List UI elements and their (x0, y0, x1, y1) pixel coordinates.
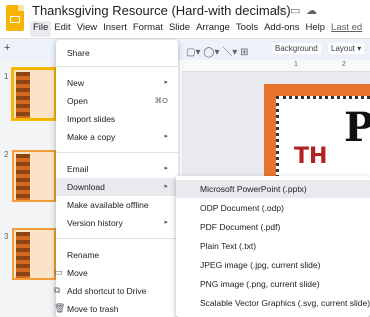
menu-item-move-to-trash[interactable]: 🗑 Move to trash (54, 300, 178, 317)
download-pptx[interactable]: Microsoft PowerPoint (.pptx) (176, 180, 370, 198)
menu-arrange[interactable]: Arrange (193, 21, 233, 37)
menu-divider (56, 238, 178, 239)
menu-view[interactable]: View (74, 21, 100, 37)
folder-icon[interactable]: ▭ (290, 4, 300, 17)
menu-file[interactable]: File (30, 21, 52, 37)
app-header: Thanksgiving Resource (Hard-with decimal… (0, 0, 370, 38)
slide-thumbnail-2[interactable] (12, 150, 56, 202)
background-button[interactable]: Background (272, 43, 321, 54)
menu-item-move[interactable]: ▭ Move (54, 264, 178, 282)
submenu-arrow-icon: ▸ (164, 165, 168, 172)
menu-addons[interactable]: Add-ons (261, 21, 302, 37)
menu-divider (56, 66, 178, 67)
menu-item-label: Plain Text (.txt) (200, 241, 257, 251)
slide-red-text: TH (294, 144, 328, 169)
submenu-arrow-icon: ▸ (164, 79, 168, 86)
slide-filmstrip: 1 2 3 (0, 60, 56, 317)
menu-item-label: Add shortcut to Drive (67, 286, 147, 296)
menu-item-make-available-offline[interactable]: Make available offline (56, 196, 178, 214)
menu-item-label: Version history (67, 218, 123, 228)
menu-insert[interactable]: Insert (100, 21, 130, 37)
slides-logo-icon[interactable] (6, 5, 24, 31)
menu-item-label: Rename (67, 250, 100, 260)
menu-item-download[interactable]: Download ▸ (56, 178, 178, 196)
menu-item-new[interactable]: New ▸ (56, 74, 178, 92)
menu-item-label: Move (67, 268, 88, 278)
slide-title-letter: P (344, 104, 370, 151)
menu-divider (56, 152, 178, 153)
menu-item-share[interactable]: Share (56, 44, 178, 62)
star-icon[interactable]: ☆ (275, 4, 285, 17)
menu-item-email[interactable]: Email ▸ (56, 160, 178, 178)
line-icon[interactable]: ＼▾ (222, 47, 237, 58)
submenu-arrow-icon: ▸ (164, 219, 168, 226)
comment-icon[interactable]: ⊞ (240, 47, 248, 58)
download-jpeg[interactable]: JPEG image (.jpg, current slide) (176, 256, 370, 274)
download-svg[interactable]: Scalable Vector Graphics (.svg, current … (176, 294, 370, 312)
menu-format[interactable]: Format (130, 21, 166, 37)
menu-slide[interactable]: Slide (166, 21, 193, 37)
slide-number: 1 (4, 72, 9, 81)
submenu-arrow-icon: ▸ (164, 183, 168, 190)
download-pdf[interactable]: PDF Document (.pdf) (176, 218, 370, 236)
menu-item-open[interactable]: Open ⌘O (56, 92, 178, 110)
folder-move-icon: ▭ (54, 267, 63, 277)
menu-item-make-a-copy[interactable]: Make a copy ▸ (56, 128, 178, 146)
menu-item-label: Make available offline (67, 200, 149, 210)
menu-item-label: ODP Document (.odp) (200, 203, 284, 213)
download-odp[interactable]: ODP Document (.odp) (176, 199, 370, 217)
menu-item-rename[interactable]: Rename (56, 246, 178, 264)
shape-icon[interactable]: ◯▾ (203, 47, 219, 58)
slide-number: 2 (4, 150, 9, 159)
menu-item-label: Move to trash (67, 304, 119, 314)
download-txt[interactable]: Plain Text (.txt) (176, 237, 370, 255)
trash-icon: 🗑 (54, 303, 66, 313)
ruler-mark: 2 (342, 61, 346, 68)
cloud-icon[interactable]: ☁ (306, 4, 317, 17)
ruler-mark: 1 (294, 61, 298, 68)
shortcut-label: ⌘O (154, 96, 168, 105)
slide-number: 3 (4, 232, 9, 241)
document-title[interactable]: Thanksgiving Resource (Hard-with decimal… (32, 3, 291, 18)
menu-item-label: JPEG image (.jpg, current slide) (200, 260, 321, 270)
menu-item-label: Email (67, 164, 89, 174)
menu-item-label: Share (67, 48, 90, 58)
select-icon[interactable]: ▢▾ (186, 47, 200, 58)
menu-item-label: Import slides (67, 114, 116, 124)
menu-item-label: Download (67, 182, 105, 192)
menu-item-label: Open (67, 96, 88, 106)
slide-thumbnail-3[interactable] (12, 228, 56, 280)
ruler: 1 2 (182, 60, 370, 72)
menu-help[interactable]: Help (302, 21, 328, 37)
file-menu: Share New ▸ Open ⌘O Import slides Make a… (54, 40, 178, 317)
menu-item-import-slides[interactable]: Import slides (56, 110, 178, 128)
drive-shortcut-icon: ⧉ (54, 285, 61, 295)
slide-thumbnail-1[interactable] (12, 68, 56, 120)
menu-tools[interactable]: Tools (233, 21, 261, 37)
menu-item-label: Scalable Vector Graphics (.svg, current … (200, 298, 370, 308)
menu-item-label: Make a copy (67, 132, 116, 142)
last-edit-link[interactable]: Last ed (328, 21, 365, 37)
menu-item-label: New (67, 78, 85, 88)
download-png[interactable]: PNG image (.png, current slide) (176, 275, 370, 293)
current-slide[interactable]: P TH (264, 84, 370, 184)
menu-item-label: Microsoft PowerPoint (.pptx) (200, 184, 307, 194)
menu-item-label: PNG image (.png, current slide) (200, 279, 320, 289)
menu-item-add-shortcut[interactable]: ⧉ Add shortcut to Drive (54, 282, 178, 300)
submenu-arrow-icon: ▸ (164, 133, 168, 140)
new-slide-button[interactable]: + (4, 42, 10, 54)
menubar: File Edit View Insert Format Slide Arran… (30, 21, 365, 37)
menu-item-label: PDF Document (.pdf) (200, 222, 281, 232)
download-submenu: Microsoft PowerPoint (.pptx) ODP Documen… (176, 176, 370, 317)
menu-edit[interactable]: Edit (51, 21, 73, 37)
menu-item-version-history[interactable]: Version history ▸ (56, 214, 178, 232)
layout-button[interactable]: Layout ▾ (328, 43, 365, 54)
toolbar-tools: ▢▾ ◯▾ ＼▾ ⊞ (186, 43, 248, 58)
